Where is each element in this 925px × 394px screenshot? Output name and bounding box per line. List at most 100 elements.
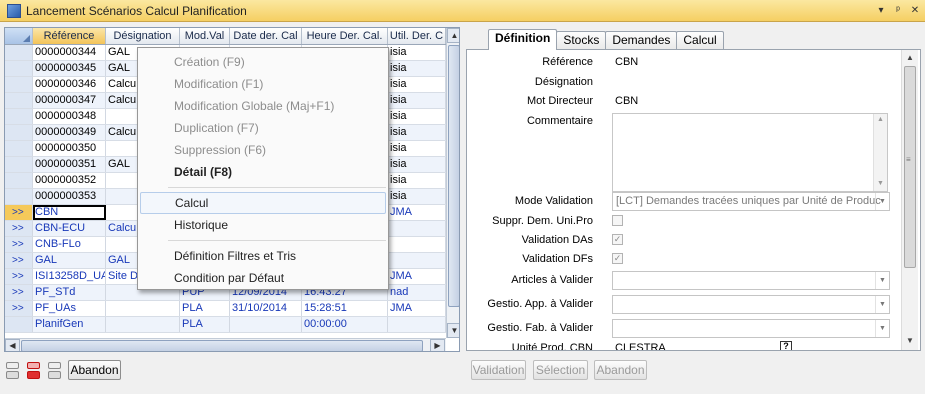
cell-reference: 0000000344 (33, 45, 106, 60)
cell-reference: 0000000351 (33, 157, 106, 172)
menu-item-suppression[interactable]: Suppression (F6) (140, 139, 386, 161)
column-header-mod-val[interactable]: Mod.Val (180, 28, 230, 44)
row-indicator[interactable] (5, 77, 33, 92)
cell-reference: 0000000345 (33, 61, 106, 76)
chevron-down-icon[interactable]: ▼ (875, 296, 889, 313)
column-header-date[interactable]: Date der. Cal (230, 28, 302, 44)
nav-first-icon[interactable] (6, 362, 20, 380)
tab-demandes[interactable]: Demandes (605, 31, 678, 50)
commentaire-field[interactable]: ▲ ▼ (612, 113, 888, 192)
cell-reference: CBN (33, 205, 106, 220)
cell-reference: CNB-FLo (33, 237, 106, 252)
grid-vertical-scrollbar[interactable]: ▲ ▼ (446, 28, 459, 338)
row-indicator[interactable] (5, 93, 33, 108)
scroll-down-icon[interactable]: ▼ (903, 334, 917, 348)
cell-util: isia (388, 173, 446, 188)
row-indicator[interactable]: >> (5, 285, 33, 300)
menu-item-definition[interactable]: Définition Filtres et Tris (140, 245, 386, 267)
suppr-label: Suppr. Dem. Uni.Pro (492, 215, 593, 227)
column-header-reference[interactable]: Référence (33, 28, 106, 44)
row-indicator[interactable] (5, 189, 33, 204)
chevron-down-icon[interactable]: ▼ (875, 193, 889, 210)
cell-reference: 0000000348 (33, 109, 106, 124)
menu-item-historique[interactable]: Historique (140, 214, 386, 236)
gestio-app-select[interactable]: ▼ (612, 295, 890, 314)
chevron-down-icon[interactable]: ▼ (875, 320, 889, 337)
cell-reference: 0000000346 (33, 77, 106, 92)
val-das-checkbox[interactable]: ✓ (612, 234, 623, 245)
menu-item-duplication[interactable]: Duplication (F7) (140, 117, 386, 139)
context-menu: Création (F9) Modification (F1) Modificati… (137, 47, 389, 290)
grid-horizontal-scrollbar[interactable]: ◀ ▶ (5, 338, 446, 351)
scroll-left-icon[interactable]: ◀ (5, 339, 20, 351)
menu-item-calcul[interactable]: Calcul (140, 192, 386, 214)
mode-validation-select[interactable]: [LCT] Demandes tracées uniques par Unité… (612, 192, 890, 211)
menu-item-condition[interactable]: Condition par Défaut (140, 267, 386, 289)
help-button[interactable]: ? (780, 341, 792, 350)
pin-icon[interactable]: ᵖ (891, 5, 905, 16)
scroll-thumb-horizontal[interactable] (21, 340, 423, 351)
tab-definition[interactable]: Définition (488, 29, 558, 50)
column-header-designation[interactable]: Désignation (106, 28, 180, 44)
scroll-thumb[interactable] (448, 45, 459, 307)
chevron-down-icon[interactable]: ▼ (875, 272, 889, 289)
scroll-right-icon[interactable]: ▶ (430, 339, 445, 351)
cell-reference: CBN-ECU (33, 221, 106, 236)
suppr-checkbox[interactable] (612, 215, 623, 226)
menu-item-creation[interactable]: Création (F9) (140, 51, 386, 73)
row-indicator[interactable] (5, 317, 33, 332)
row-indicator[interactable]: >> (5, 253, 33, 268)
row-indicator[interactable]: >> (5, 221, 33, 236)
column-header-util[interactable]: Util. Der. C (388, 28, 446, 44)
row-indicator[interactable]: >> (5, 237, 33, 252)
reference-label: Référence (542, 56, 593, 68)
selection-button[interactable]: Sélection (533, 360, 588, 380)
nav-prev-icon[interactable] (27, 362, 41, 380)
gestio-fab-select[interactable]: ▼ (612, 319, 890, 338)
app-icon (7, 3, 21, 18)
row-indicator[interactable]: >> (5, 269, 33, 284)
commentaire-scrollbar[interactable]: ▲ ▼ (873, 114, 887, 191)
scroll-down-icon[interactable]: ▼ (874, 180, 887, 187)
scroll-up-icon[interactable]: ▲ (874, 116, 887, 123)
menu-item-modification[interactable]: Modification Globale (Maj+F1) (140, 95, 386, 117)
tab-stocks[interactable]: Stocks (556, 31, 607, 50)
cell-util: JMA (388, 301, 446, 316)
menu-item-modification[interactable]: Modification (F1) (140, 73, 386, 95)
detail-scroll-thumb[interactable] (904, 66, 916, 268)
close-icon[interactable]: ✕ (908, 5, 922, 16)
row-indicator[interactable] (5, 109, 33, 124)
table-row[interactable]: >> PF_UAs PLA 31/10/2014 15:28:51 JMA (5, 301, 446, 317)
window-menu-icon[interactable]: ▾ (874, 5, 888, 16)
abandon-button[interactable]: Abandon (594, 360, 647, 380)
grid-corner[interactable] (5, 28, 33, 44)
articles-select[interactable]: ▼ (612, 271, 890, 290)
table-row[interactable]: PlanifGen PLA 00:00:00 (5, 317, 446, 333)
row-indicator[interactable] (5, 157, 33, 172)
row-indicator[interactable]: >> (5, 205, 33, 220)
menu-separator (168, 187, 386, 188)
nav-next-icon[interactable] (48, 362, 62, 380)
row-indicator[interactable] (5, 61, 33, 76)
val-dfs-checkbox[interactable]: ✓ (612, 253, 623, 264)
cell-util: isia (388, 189, 446, 204)
row-indicator[interactable] (5, 141, 33, 156)
cell-util: isia (388, 141, 446, 156)
row-indicator[interactable]: >> (5, 301, 33, 316)
column-header-heure[interactable]: Heure Der. Cal. (302, 28, 388, 44)
row-indicator[interactable] (5, 125, 33, 140)
menu-item-detail[interactable]: Détail (F8) (140, 161, 386, 183)
scroll-up-icon[interactable]: ▲ (447, 28, 459, 43)
detail-scrollbar[interactable]: ▲ ≡ ▼ (901, 50, 918, 350)
validation-button[interactable]: Validation (471, 360, 526, 380)
row-indicator[interactable] (5, 45, 33, 60)
mode-validation-value: [LCT] Demandes tracées uniques par Unité… (616, 195, 881, 207)
scroll-down-icon[interactable]: ▼ (447, 323, 459, 338)
row-indicator[interactable] (5, 173, 33, 188)
articles-label: Articles à Valider (511, 274, 593, 286)
scroll-up-icon[interactable]: ▲ (903, 51, 917, 65)
left-abandon-button[interactable]: Abandon (68, 360, 121, 380)
tab-calcul[interactable]: Calcul (676, 31, 724, 50)
reference-value: CBN (615, 56, 639, 68)
cell-reference: 0000000350 (33, 141, 106, 156)
